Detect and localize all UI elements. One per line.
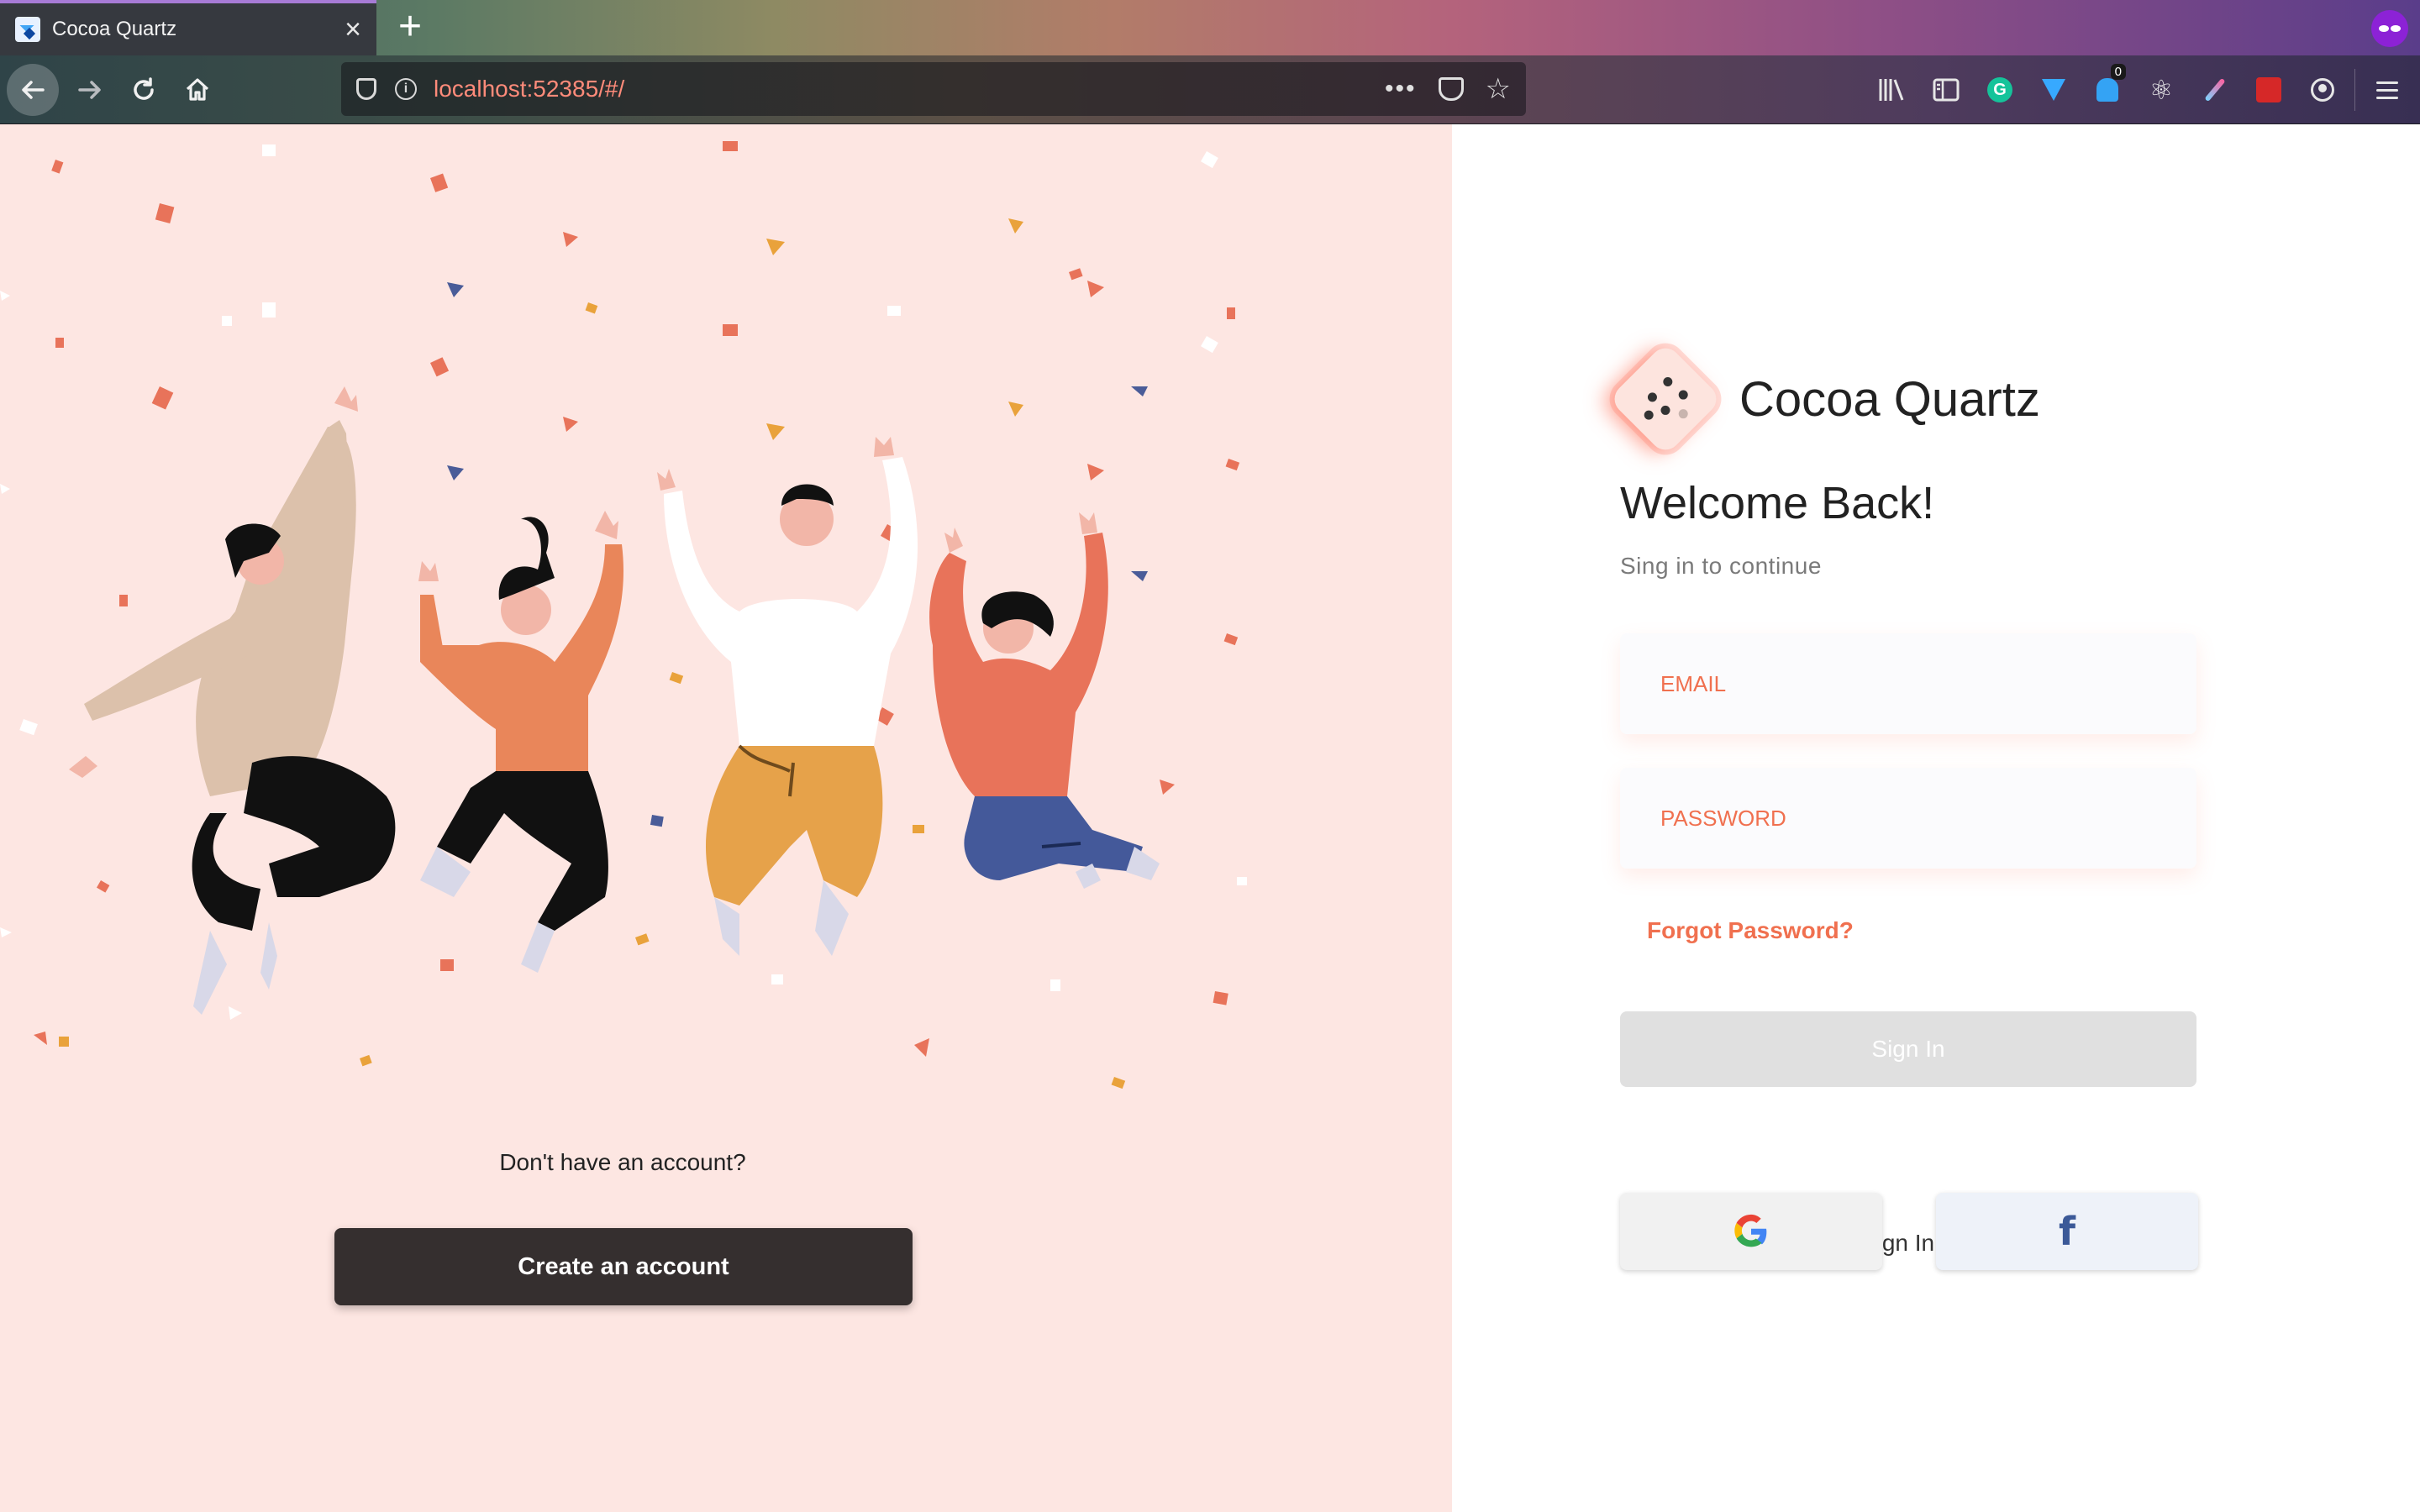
signup-prompt: Don't have an account?	[499, 1149, 746, 1175]
password-input[interactable]	[1660, 805, 2156, 832]
confetti-white	[0, 144, 1247, 1020]
reload-button[interactable]	[118, 64, 170, 116]
bell-icon[interactable]: 0	[2081, 64, 2134, 111]
person-beige-sweater	[69, 386, 396, 1015]
new-tab-button[interactable]: +	[388, 5, 432, 49]
forward-arrow-icon	[78, 81, 101, 99]
toolbar-separator	[2354, 69, 2355, 111]
active-tab[interactable]: Cocoa Quartz ×	[0, 0, 376, 55]
confetti	[34, 141, 1240, 1057]
sidebar-icon[interactable]	[1919, 69, 1973, 111]
info-icon[interactable]: i	[395, 78, 417, 100]
color-picker-icon[interactable]	[2188, 69, 2242, 111]
facebook-icon: f	[2058, 1209, 2075, 1254]
flutter-favicon-icon	[15, 17, 40, 42]
forgot-password-link[interactable]: Forgot Password?	[1647, 917, 1854, 944]
page-title: Welcome Back!	[1620, 478, 1935, 528]
email-input[interactable]	[1660, 670, 2156, 697]
forward-button[interactable]	[64, 64, 116, 116]
extension-toolbar: G 0 ⚛	[1865, 64, 2414, 111]
tab-close-icon[interactable]: ×	[345, 15, 361, 44]
brand-header: Cocoa Quartz	[1608, 342, 2040, 456]
google-sign-in-button[interactable]	[1620, 1193, 1882, 1270]
page-actions-icon[interactable]: •••	[1385, 75, 1417, 103]
star-icon[interactable]: ☆	[1486, 72, 1511, 106]
jumping-people-illustration	[0, 141, 1247, 1089]
home-button[interactable]	[171, 64, 224, 116]
react-icon[interactable]: ⚛	[2134, 69, 2188, 111]
shield-icon[interactable]	[356, 78, 376, 100]
illustration-panel: Don't have an account? Create an account	[0, 124, 1452, 1512]
account-icon[interactable]	[2296, 69, 2349, 111]
person-orange-sweater	[418, 511, 623, 973]
home-icon	[186, 78, 209, 101]
private-browsing-icon	[2371, 10, 2408, 47]
back-arrow-icon	[22, 81, 45, 99]
navigation-toolbar: i localhost:52385/#/ ••• ☆ G 0 ⚛	[0, 55, 2420, 124]
browser-tab-strip: Cocoa Quartz × +	[0, 0, 2420, 55]
cocoa-quartz-logo-icon	[1608, 342, 1723, 456]
address-bar[interactable]: i localhost:52385/#/ ••• ☆	[341, 62, 1526, 116]
library-icon[interactable]	[1865, 69, 1919, 111]
reload-icon	[134, 77, 154, 100]
tab-title: Cocoa Quartz	[52, 18, 177, 40]
notification-badge: 0	[2110, 64, 2126, 80]
app-page: Don't have an account? Create an account…	[0, 124, 2420, 1512]
person-coral-sweater	[929, 512, 1160, 889]
subtitle: Sing in to continue	[1620, 553, 1822, 579]
email-field[interactable]	[1620, 633, 2196, 734]
back-button[interactable]	[7, 64, 59, 116]
facebook-sign-in-button[interactable]: f	[1936, 1193, 2198, 1270]
google-icon	[1734, 1214, 1767, 1247]
password-field[interactable]	[1620, 768, 2196, 869]
login-panel: Cocoa Quartz Welcome Back! Sing in to co…	[1452, 124, 2420, 1512]
gem-icon[interactable]	[2027, 69, 2081, 111]
red-extension-icon[interactable]	[2242, 69, 2296, 111]
url-text[interactable]: localhost:52385/#/	[434, 76, 1385, 102]
brand-name: Cocoa Quartz	[1739, 371, 2040, 427]
grammarly-icon[interactable]: G	[1973, 69, 2027, 111]
person-white-sweater	[657, 437, 918, 956]
create-account-button[interactable]: Create an account	[334, 1228, 913, 1305]
pocket-icon[interactable]	[1438, 77, 1464, 101]
hamburger-menu-icon[interactable]	[2360, 69, 2414, 111]
